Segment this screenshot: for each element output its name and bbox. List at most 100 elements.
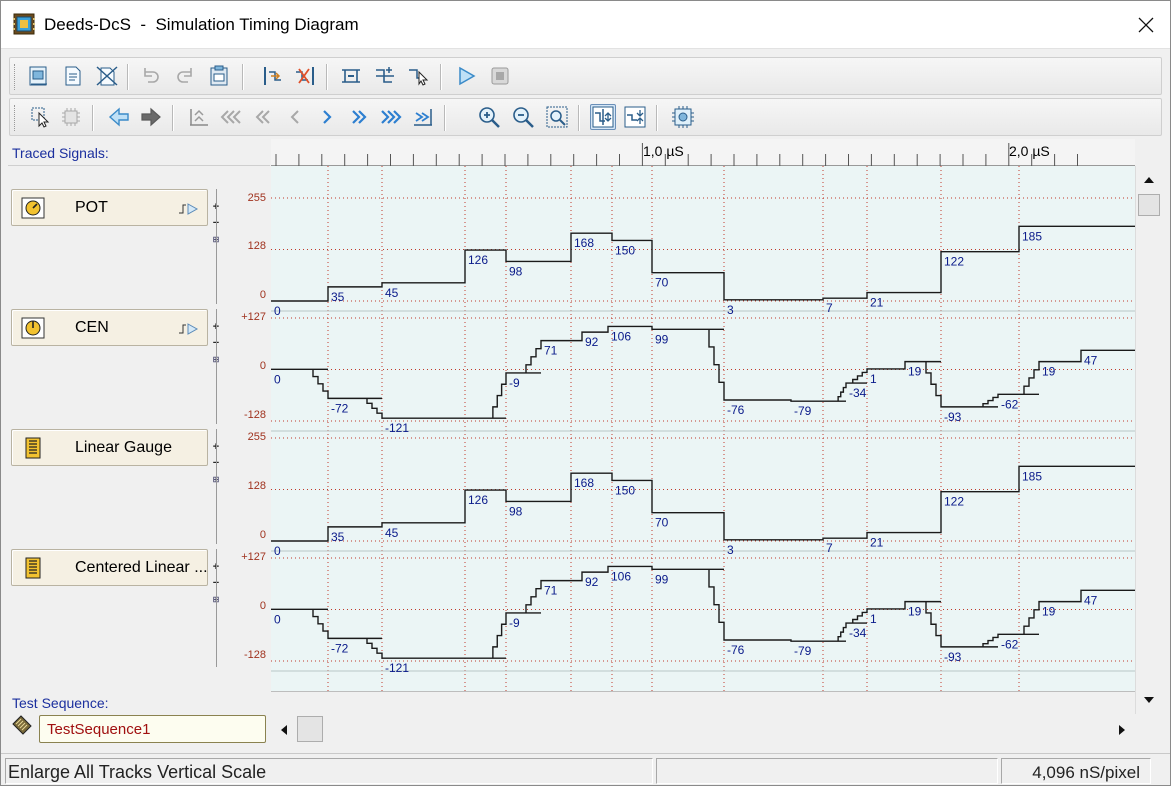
toolbar-separator xyxy=(127,64,129,90)
value-label: 106 xyxy=(611,569,631,583)
time-tick-label: 1,0 µS xyxy=(643,143,684,159)
toolbar-button-insert-signal[interactable] xyxy=(260,63,286,89)
toolbar-button-step-back[interactable] xyxy=(282,104,308,130)
status-panel xyxy=(656,758,998,784)
value-label: -121 xyxy=(385,421,409,435)
toolbar-button-zoom-fit[interactable] xyxy=(544,104,570,130)
value-label: -79 xyxy=(794,644,812,658)
toolbar-button-settings[interactable] xyxy=(670,104,696,130)
toolbar-button-rewind-3[interactable] xyxy=(218,104,244,130)
close-button[interactable] xyxy=(1121,1,1170,48)
fast-rewind-2-icon xyxy=(255,110,270,124)
toolbar-button-forward-3[interactable] xyxy=(378,104,404,130)
arrow-right-icon xyxy=(141,107,161,127)
test-sequence-field[interactable]: TestSequence1 xyxy=(39,715,266,743)
chip-disabled-icon xyxy=(62,108,80,126)
toolbar-button-chip[interactable] xyxy=(58,104,84,130)
split-signals-icon xyxy=(376,67,394,83)
clipboard-icon xyxy=(210,65,228,86)
navigation-toolbar xyxy=(9,98,1162,136)
scroll-up-button[interactable] xyxy=(1136,166,1161,193)
value-label: 1 xyxy=(870,372,877,386)
horizontal-scrollbar[interactable] xyxy=(271,714,1135,744)
toolbar-button-delete[interactable] xyxy=(94,63,120,89)
toolbar-button-pointer-select[interactable] xyxy=(28,104,54,130)
toolbar-button-split[interactable] xyxy=(372,63,398,89)
value-label: -62 xyxy=(1001,397,1019,411)
value-label: 70 xyxy=(655,516,669,530)
value-label: 122 xyxy=(944,495,964,509)
scroll-left-button[interactable] xyxy=(271,716,296,743)
toolbar-button-undo[interactable] xyxy=(138,63,164,89)
zoom-in-icon xyxy=(479,107,500,128)
value-label: -34 xyxy=(849,386,867,400)
timing-diagram-plot[interactable]: 0 35 45 126 98 168 150 70 3 7 21 122 185 0 -72 -121 -9 71… xyxy=(271,166,1135,691)
toolbar-button-reduce-tracks[interactable] xyxy=(622,104,648,130)
y-tick-label: 0 xyxy=(259,289,266,301)
toolbar-button-stop[interactable] xyxy=(487,63,513,89)
vertical-scroll-thumb[interactable] xyxy=(1138,194,1160,216)
value-label: 126 xyxy=(468,253,488,267)
toolbar-button-open[interactable] xyxy=(60,63,86,89)
trace-toggle-icon[interactable] xyxy=(178,201,200,217)
signal-button-linear-gauge[interactable]: Linear Gauge xyxy=(11,429,208,466)
toolbar-button-forward-2[interactable] xyxy=(346,104,372,130)
trace-toggle-icon[interactable] xyxy=(178,321,200,337)
toolbar-button-redo[interactable] xyxy=(172,63,198,89)
value-label: 3 xyxy=(727,543,734,557)
value-label: 0 xyxy=(274,612,281,626)
value-label: -76 xyxy=(727,403,745,417)
toolbar-button-play[interactable] xyxy=(453,63,479,89)
window-title: Deeds-DcS - Simulation Timing Diagram xyxy=(44,15,359,34)
signal-button-pot[interactable]: POT xyxy=(11,189,208,226)
time-ruler: 1,0 µS 2,0 µS xyxy=(271,139,1135,166)
status-scale: 4,096 nS/pixel xyxy=(1001,758,1151,784)
toolbar-button-enlarge-tracks[interactable] xyxy=(590,104,616,130)
toolbar-button-prev-track[interactable] xyxy=(106,104,132,130)
y-tick-label: 0 xyxy=(259,529,266,541)
pointer-select-icon xyxy=(31,107,50,128)
toolbar-button-remove-signal[interactable] xyxy=(292,63,318,89)
toolbar-button-zoom-in[interactable] xyxy=(476,104,502,130)
toolbar-button-go-start[interactable] xyxy=(186,104,212,130)
value-label: 92 xyxy=(585,575,599,589)
arrow-left-icon xyxy=(108,107,129,127)
remove-signal-icon xyxy=(296,67,314,85)
go-start-icon xyxy=(190,109,208,126)
toolbar-button-clipboard[interactable] xyxy=(206,63,232,89)
delete-file-icon xyxy=(96,66,118,86)
toolbar-grip[interactable] xyxy=(14,64,17,90)
toolbar-button-zoom-out[interactable] xyxy=(510,104,536,130)
signal-button-centered-linear[interactable]: Centered Linear ... xyxy=(11,549,208,586)
value-label: 99 xyxy=(655,332,669,346)
signal-name: Linear Gauge xyxy=(75,439,172,456)
toolbar-button-select[interactable] xyxy=(406,63,432,89)
scroll-right-button[interactable] xyxy=(1109,716,1134,743)
scroll-down-icon xyxy=(1143,696,1154,703)
track-scale-line xyxy=(216,549,217,667)
signal-trace xyxy=(271,225,1135,302)
value-label: 71 xyxy=(544,344,558,358)
value-label: 3 xyxy=(727,303,734,317)
toolbar-grip[interactable] xyxy=(14,105,17,131)
series-3: 0 -72 -121 -9 71 92 106 99 -76 -79 -341 19 -93 -62 19 4… xyxy=(271,565,1135,675)
vertical-scrollbar[interactable] xyxy=(1135,166,1162,714)
toolbar-button-new-diagram[interactable] xyxy=(26,63,52,89)
gauge-icon xyxy=(25,557,41,579)
value-label: 150 xyxy=(615,243,635,257)
toolbar-button-go-end[interactable] xyxy=(410,104,436,130)
timing-diagram-svg: 035 4512698168150703 7 211221850-72-121-971… xyxy=(271,166,1135,691)
toolbar-button-align[interactable] xyxy=(338,63,364,89)
gauge-icon xyxy=(25,437,41,459)
toolbar-separator xyxy=(242,64,244,90)
value-label: -34 xyxy=(849,626,867,640)
toolbar-button-rewind-2[interactable] xyxy=(250,104,276,130)
toolbar-button-step-forward[interactable] xyxy=(314,104,340,130)
value-label: -93 xyxy=(944,410,962,424)
value-label: 70 xyxy=(655,276,669,290)
value-label: -79 xyxy=(794,404,812,418)
horizontal-scroll-thumb[interactable] xyxy=(297,716,323,742)
signal-button-cen[interactable]: CEN xyxy=(11,309,208,346)
scroll-down-button[interactable] xyxy=(1136,686,1161,713)
toolbar-button-next-track[interactable] xyxy=(138,104,164,130)
